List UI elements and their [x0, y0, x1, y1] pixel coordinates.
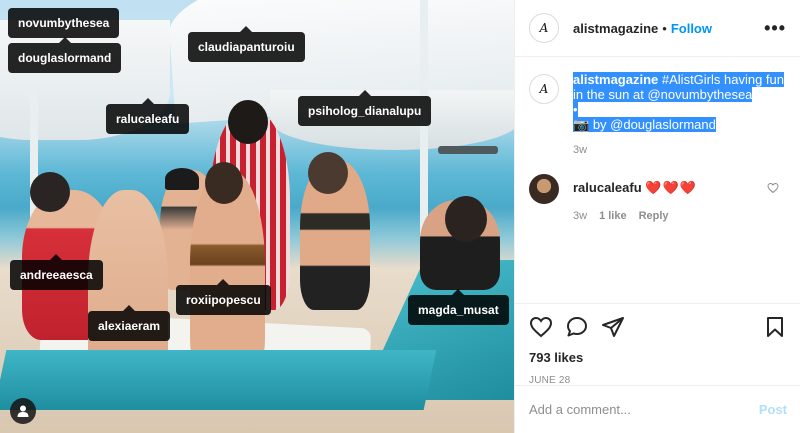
user-tag[interactable]: claudiapanturoiu [188, 26, 305, 62]
comment-meta: 3w 1 like Reply [573, 210, 787, 222]
user-tag[interactable]: ralucaleafu [106, 98, 190, 134]
person-head [228, 100, 268, 144]
camera-icon: 📷 [573, 117, 590, 132]
caption-credit: by @douglaslormand [592, 117, 716, 132]
avatar-logo-text: A [539, 82, 549, 96]
person-icon [17, 405, 29, 417]
avatar[interactable]: A [529, 74, 559, 104]
comment-timestamp: 3w [573, 210, 588, 222]
share-icon[interactable] [601, 315, 625, 339]
person-head [30, 172, 70, 212]
reply-button[interactable]: Reply [639, 210, 669, 222]
comment: ralucaleafu ❤️❤️❤️ [529, 174, 787, 204]
avatar[interactable] [529, 174, 559, 204]
person-head [445, 196, 487, 242]
heart-icon[interactable] [529, 315, 553, 339]
comment-likes[interactable]: 1 like [599, 210, 627, 222]
user-tag[interactable]: andreeaesca [10, 254, 103, 290]
user-tag[interactable]: alexiaeram [88, 305, 171, 341]
comment-input[interactable] [529, 402, 759, 417]
comment-icon[interactable] [565, 315, 589, 339]
heart-outline-icon[interactable] [767, 182, 779, 194]
comment-username[interactable]: ralucaleafu [573, 180, 642, 195]
caption-username[interactable]: alistmagazine [573, 72, 658, 87]
caption-bullet: • [573, 102, 578, 117]
follow-button[interactable]: Follow [671, 21, 712, 36]
header-username[interactable]: alistmagazine [573, 21, 658, 36]
caption-timestamp: 3w [573, 144, 588, 156]
sun-lounger [0, 350, 437, 410]
comments-section: A alistmagazine #AlistGirls having fun i… [515, 58, 800, 303]
like-count[interactable]: 793 likes [529, 350, 787, 365]
person-head [165, 168, 199, 190]
person-head [308, 152, 348, 194]
post-photo[interactable]: novumbythesea douglaslormand claudiapant… [0, 0, 514, 433]
person-head [205, 162, 243, 204]
post-header: A alistmagazine • Follow ••• [515, 0, 800, 57]
comment-hearts: ❤️❤️❤️ [645, 180, 697, 195]
user-tag[interactable]: magda_musat [408, 289, 509, 325]
user-tag[interactable]: roxiipopescu [176, 279, 271, 315]
bookmark-icon[interactable] [763, 315, 787, 339]
user-tag[interactable]: psiholog_dianalupu [298, 90, 432, 126]
avatar[interactable]: A [529, 13, 559, 43]
post-sidebar: A alistmagazine • Follow ••• A alistmaga… [514, 0, 800, 433]
pier [438, 146, 498, 154]
caption: A alistmagazine #AlistGirls having fun i… [529, 72, 787, 132]
more-options-icon[interactable]: ••• [764, 18, 786, 39]
tagged-users-button[interactable] [10, 398, 36, 424]
post-button[interactable]: Post [759, 402, 787, 417]
post-actions: 793 likes JUNE 28 [515, 303, 800, 386]
user-tag[interactable]: novumbythesea [8, 8, 120, 38]
comment-text: ralucaleafu ❤️❤️❤️ [573, 180, 697, 204]
add-comment-bar: Post [515, 385, 800, 433]
separator-dot: • [662, 20, 667, 36]
avatar-logo-text: A [539, 21, 549, 35]
user-tag[interactable]: douglaslormand [8, 37, 122, 73]
action-bar [529, 314, 787, 340]
caption-text: alistmagazine #AlistGirls having fun in … [573, 72, 785, 132]
